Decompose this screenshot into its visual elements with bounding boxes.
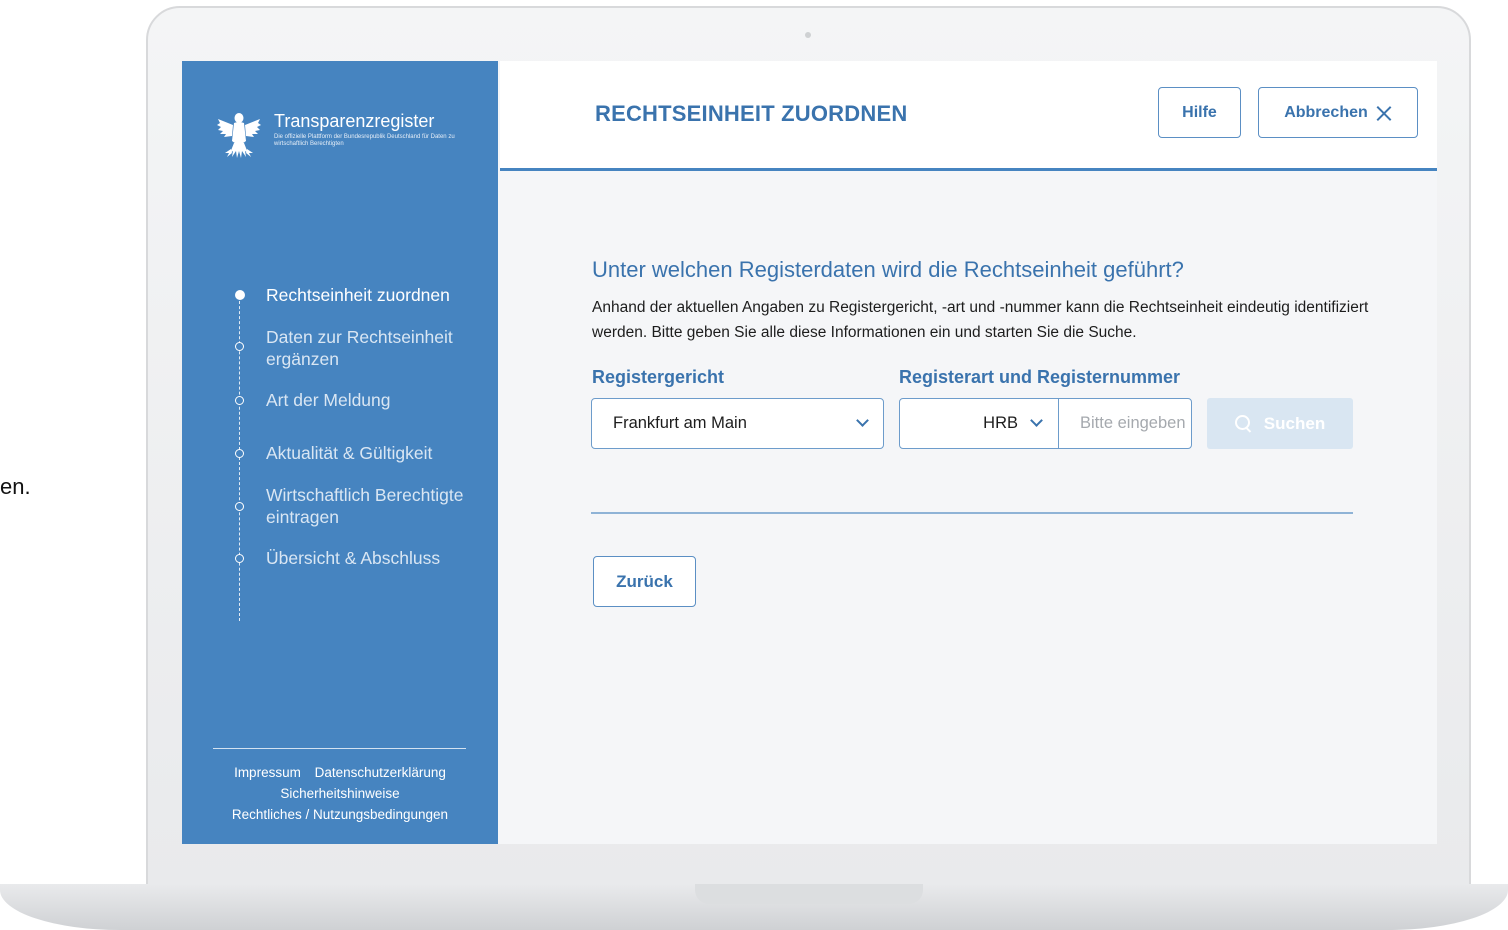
step-label: Daten zur Rechtseinheit ergänzen: [266, 327, 453, 369]
step-active-dot: [235, 290, 245, 300]
description-text: Anhand der aktuellen Angaben zu Register…: [592, 299, 1369, 341]
cancel-button[interactable]: Abbrechen: [1258, 87, 1418, 138]
page-title: RECHTSEINHEIT ZUORDNEN: [595, 101, 908, 126]
datenschutz-link[interactable]: Datenschutzerklärung: [315, 762, 446, 783]
step-label: Wirtschaftlich Berechtigte eintragen: [266, 485, 464, 527]
search-button-label: Suchen: [1263, 413, 1326, 433]
step-dot: [235, 554, 244, 563]
rechtliches-link[interactable]: Rechtliches / Nutzungsbedingungen: [232, 804, 448, 825]
content-divider: [591, 512, 1353, 514]
footer-links: Impressum Datenschutzerklärung Sicherhei…: [182, 762, 498, 825]
impressum-link[interactable]: Impressum: [234, 762, 301, 783]
back-button-label: Zurück: [616, 571, 673, 591]
footer-divider: [213, 748, 466, 749]
help-button-label: Hilfe: [1182, 103, 1217, 121]
search-button[interactable]: Suchen: [1207, 398, 1353, 449]
step-dot: [235, 396, 244, 405]
brand-title: Transparenzregister: [274, 111, 435, 131]
step-dot: [235, 502, 244, 511]
help-button[interactable]: Hilfe: [1158, 87, 1241, 138]
chevron-down-icon: [856, 414, 869, 427]
page: en. Transparenzregister Die offizielle P…: [0, 0, 1508, 930]
step-label: Aktualität & Gültigkeit: [266, 443, 433, 463]
registergericht-value: Frankfurt am Main: [613, 414, 747, 432]
back-button[interactable]: Zurück: [593, 556, 696, 607]
header: RECHTSEINHEIT ZUORDNEN Hilfe Abbrechen: [500, 61, 1437, 171]
step-dot: [235, 342, 244, 351]
brand-subtitle: Die offizielle Plattform der Bundesrepub…: [274, 134, 455, 147]
registergericht-select[interactable]: Frankfurt am Main: [591, 398, 884, 449]
camera: [805, 32, 811, 38]
step-label: Übersicht & Abschluss: [266, 548, 441, 568]
sicherheitshinweise-link[interactable]: Sicherheitshinweise: [280, 783, 399, 804]
registerart-value: HRB: [983, 414, 1018, 432]
search-icon: [1234, 415, 1252, 432]
laptop-notch: [695, 884, 923, 904]
registergericht-label: Registergericht: [592, 367, 725, 387]
background-text-fragment: en.: [0, 474, 31, 499]
chevron-down-icon: [1030, 414, 1043, 427]
question-heading: Unter welchen Registerdaten wird die Rec…: [592, 257, 1184, 282]
step-label: Rechtseinheit zuordnen: [266, 285, 450, 305]
step-dot: [235, 449, 244, 458]
registernummer-input[interactable]: [1058, 398, 1192, 449]
registerart-label: Registerart und Registernummer: [899, 367, 1181, 387]
step-label: Art der Meldung: [266, 390, 391, 410]
cancel-button-label: Abbrechen: [1284, 103, 1368, 121]
sidebar: Transparenzregister Die offizielle Platt…: [182, 61, 498, 844]
close-icon: [1376, 105, 1392, 121]
federal-eagle-icon: [217, 113, 261, 158]
app-screen: Transparenzregister Die offizielle Platt…: [182, 61, 1437, 844]
registerart-select[interactable]: HRB: [899, 398, 1059, 449]
